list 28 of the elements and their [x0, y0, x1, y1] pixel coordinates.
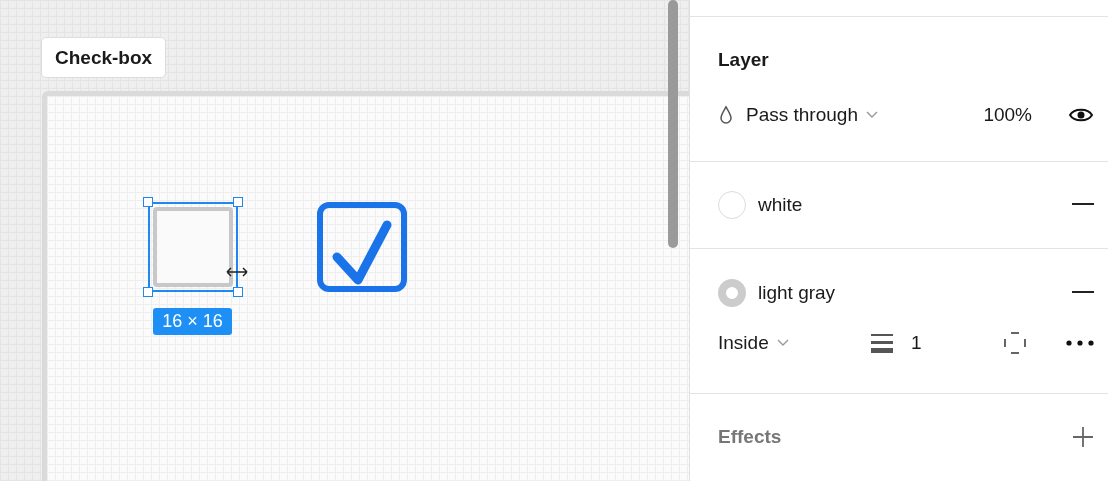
resize-handle[interactable]	[143, 287, 153, 297]
color-name[interactable]: white	[758, 193, 803, 216]
stroke-position-dropdown[interactable]: Inside	[718, 331, 789, 354]
color-name[interactable]: light gray	[758, 281, 836, 304]
chevron-down-icon	[865, 110, 878, 119]
scrollbar[interactable]	[668, 0, 678, 248]
blend-mode-dropdown[interactable]: Pass through	[746, 103, 878, 126]
frame-label[interactable]: Check-box	[41, 37, 167, 78]
size-label: 16 × 16	[153, 308, 232, 335]
fill-swatch[interactable]	[718, 190, 746, 219]
remove-button[interactable]	[1072, 203, 1094, 207]
drop-icon	[718, 104, 734, 125]
opacity-value[interactable]: 100%	[983, 103, 1032, 126]
resize-handle[interactable]	[143, 197, 153, 207]
stroke-weight-icon	[871, 331, 894, 354]
more-options-icon[interactable]	[1066, 339, 1094, 346]
checked-checkbox-icon	[317, 202, 407, 292]
stroke-sides-button[interactable]	[1004, 331, 1026, 354]
resize-cursor-icon	[226, 267, 248, 277]
resize-handle[interactable]	[233, 287, 243, 297]
add-button[interactable]	[1072, 426, 1094, 449]
section-title: Effects	[718, 426, 782, 449]
section-title: Layer	[718, 48, 769, 71]
chevron-down-icon	[776, 338, 789, 347]
stroke-weight-value[interactable]: 1	[911, 331, 922, 354]
stroke-swatch[interactable]	[718, 278, 746, 307]
resize-handle[interactable]	[233, 197, 243, 207]
remove-button[interactable]	[1072, 291, 1094, 295]
